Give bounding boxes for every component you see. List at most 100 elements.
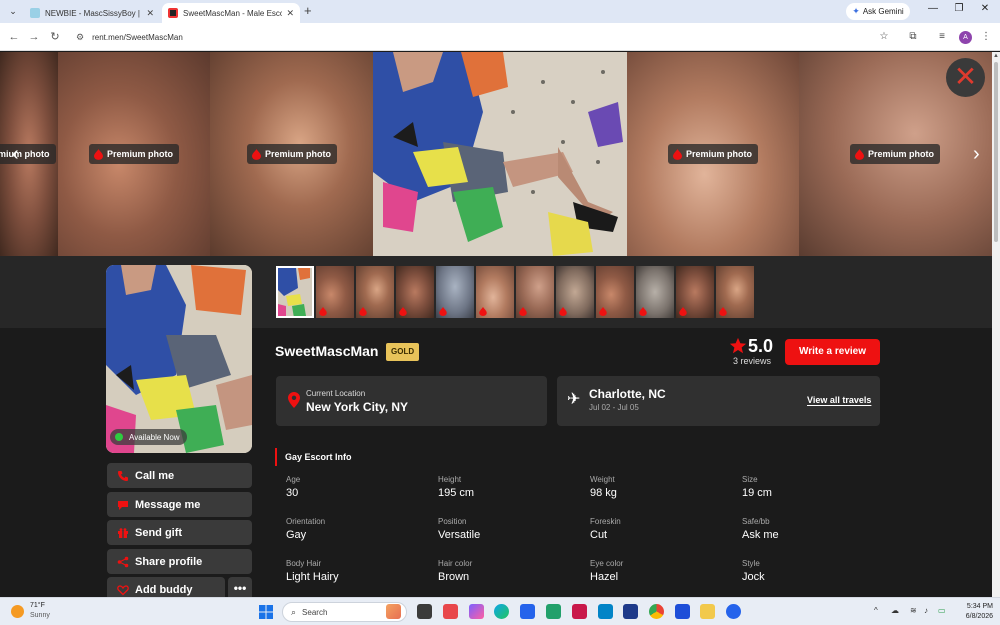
flame-icon xyxy=(399,307,407,316)
availability-badge: Available Now xyxy=(110,429,187,445)
gallery-prev-icon[interactable]: ‹ xyxy=(12,144,19,164)
profile-avatar[interactable]: A xyxy=(959,31,972,44)
thumbnail-photo[interactable] xyxy=(516,266,554,318)
tray-chevron-icon[interactable]: ^ xyxy=(874,606,878,615)
info-label-foreskin: Foreskin xyxy=(590,517,621,526)
info-label-age: Age xyxy=(286,475,301,484)
tab-search-icon[interactable]: ⌄ xyxy=(6,4,20,18)
copilot-icon[interactable] xyxy=(469,604,484,619)
thumbnail-photo[interactable] xyxy=(636,266,674,318)
file-explorer-icon[interactable] xyxy=(700,604,715,619)
minimize-icon[interactable]: — xyxy=(926,3,940,14)
weather-temp[interactable]: 71°F xyxy=(30,602,45,609)
thumbnail-photo[interactable] xyxy=(396,266,434,318)
search-placeholder: Search xyxy=(302,607,328,617)
add-buddy-button[interactable]: Add buddy xyxy=(107,577,225,597)
new-tab-icon[interactable]: + xyxy=(304,4,312,18)
premium-badge-label: Premium photo xyxy=(686,149,753,159)
task-view-icon[interactable] xyxy=(417,604,432,619)
thumbnail-photo[interactable] xyxy=(596,266,634,318)
volume-icon[interactable]: ♪ xyxy=(924,606,928,615)
info-value-weight: 98 kg xyxy=(590,487,617,499)
flame-icon xyxy=(673,148,682,160)
chrome-icon[interactable] xyxy=(649,604,664,619)
outlook-icon[interactable] xyxy=(675,604,690,619)
location-pin-icon xyxy=(288,392,300,408)
ask-gemini-button[interactable]: ✦ Ask Gemini xyxy=(846,3,910,20)
thumbnail-photo[interactable] xyxy=(476,266,514,318)
media-control-icon[interactable]: ≡ xyxy=(935,30,949,44)
thumbnail-photo[interactable] xyxy=(276,266,314,318)
widgets-icon[interactable] xyxy=(386,604,401,619)
gallery-next-icon[interactable]: › xyxy=(973,144,980,164)
climbing-photo-image xyxy=(373,52,627,256)
thumbnail-photo[interactable] xyxy=(676,266,714,318)
review-count[interactable]: 3 reviews xyxy=(733,356,771,366)
profile-name: SweetMascMan xyxy=(275,343,379,359)
scrollbar-thumb[interactable] xyxy=(994,62,998,242)
edge-icon[interactable] xyxy=(494,604,509,619)
address-bar[interactable]: ⚙ rent.men/SweetMascMan xyxy=(70,27,900,47)
weather-condition[interactable]: Sunny xyxy=(30,612,50,619)
tab-sweetmascman[interactable]: SweetMascMan - Male Escort, C ✕ xyxy=(162,3,300,23)
site-info-icon[interactable]: ⚙ xyxy=(76,32,84,43)
flame-icon xyxy=(439,307,447,316)
gold-badge: GOLD xyxy=(386,343,420,361)
share-profile-button[interactable]: Share profile xyxy=(107,549,252,574)
windows-start-icon[interactable] xyxy=(259,605,273,619)
write-review-button[interactable]: Write a review xyxy=(785,339,880,365)
bookmark-star-icon[interactable]: ☆ xyxy=(877,30,891,44)
restore-icon[interactable]: ❐ xyxy=(952,3,966,14)
profile-photo[interactable]: Available Now xyxy=(106,265,252,453)
zoom-icon[interactable] xyxy=(726,604,741,619)
info-value-size: 19 cm xyxy=(742,487,772,499)
current-location-label: Current Location xyxy=(306,389,366,398)
store-icon[interactable] xyxy=(520,604,535,619)
info-label-height: Height xyxy=(438,475,462,484)
info-label-hair-color: Hair color xyxy=(438,559,473,568)
favicon-icon xyxy=(168,8,178,18)
close-gallery-icon[interactable]: ✕ xyxy=(946,58,985,97)
extensions-icon[interactable]: ⧉ xyxy=(906,30,920,44)
call-button[interactable]: Call me xyxy=(107,463,252,488)
app-icon[interactable] xyxy=(572,604,587,619)
page-content: mium photo Premium photo Premium photo P… xyxy=(0,52,1000,597)
info-label-body-hair: Body Hair xyxy=(286,559,322,568)
tab-newbie[interactable]: NEWBIE - MascSissyBoy | The Di ✕ xyxy=(24,3,160,23)
menu-dots-icon[interactable]: ⋮ xyxy=(979,30,993,44)
wifi-icon[interactable]: ≋ xyxy=(910,606,917,615)
flame-icon xyxy=(679,307,687,316)
reload-icon[interactable]: ↻ xyxy=(48,30,62,44)
thumbnail-photo[interactable] xyxy=(556,266,594,318)
cloud-icon[interactable]: ☁ xyxy=(891,606,899,615)
app-icon[interactable] xyxy=(598,604,613,619)
gift-label: Send gift xyxy=(135,526,183,539)
current-location-value: New York City, NY xyxy=(306,400,409,414)
thumbnail-photo[interactable] xyxy=(356,266,394,318)
close-tab-icon[interactable]: ✕ xyxy=(286,8,294,19)
message-button[interactable]: Message me xyxy=(107,492,252,517)
system-clock[interactable]: 5:34 PM 6/8/2026 xyxy=(957,602,993,622)
scroll-up-icon[interactable]: ▲ xyxy=(993,53,999,59)
section-accent-bar xyxy=(275,448,277,466)
app-icon[interactable] xyxy=(546,604,561,619)
battery-icon[interactable]: ▭ xyxy=(938,606,946,615)
close-tab-icon[interactable]: ✕ xyxy=(146,8,154,19)
premium-badge-label: Premium photo xyxy=(868,149,935,159)
flame-icon xyxy=(639,307,647,316)
back-icon[interactable]: ← xyxy=(7,30,21,44)
thumbnail-photo[interactable] xyxy=(436,266,474,318)
forward-icon[interactable]: → xyxy=(27,30,41,44)
featured-photo[interactable] xyxy=(373,52,627,256)
close-window-icon[interactable]: ✕ xyxy=(978,3,992,14)
app-icon[interactable] xyxy=(623,604,638,619)
sun-icon[interactable] xyxy=(11,605,24,618)
tab-title: SweetMascMan - Male Escort, C xyxy=(183,8,283,18)
thumbnail-photo[interactable] xyxy=(316,266,354,318)
thumbnail-photo[interactable] xyxy=(716,266,754,318)
view-all-travels-link[interactable]: View all travels xyxy=(807,395,871,405)
more-options-button[interactable]: ••• xyxy=(228,577,252,597)
windows-taskbar: 71°F Sunny ⌕ Search ^ ☁ ≋ ♪ ▭ 5:34 PM 6/… xyxy=(0,597,1000,625)
send-gift-button[interactable]: Send gift xyxy=(107,520,252,545)
app-icon[interactable] xyxy=(443,604,458,619)
